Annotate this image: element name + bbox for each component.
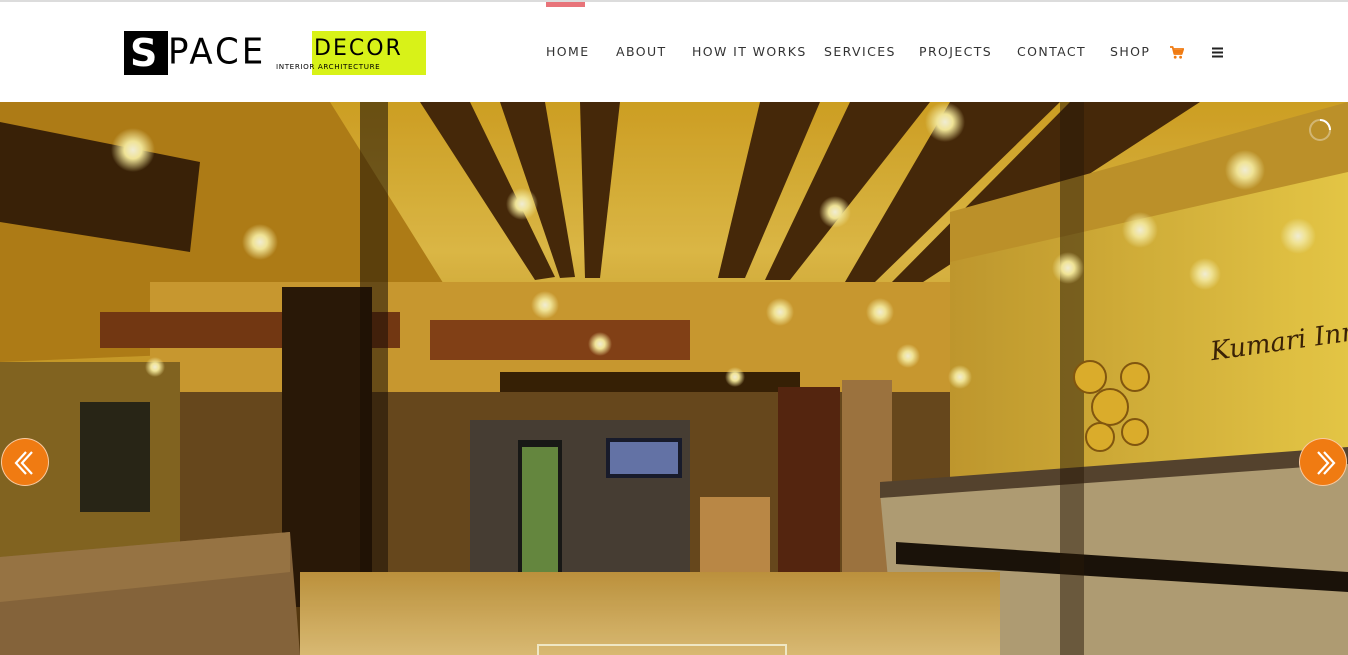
slider-next-button[interactable] xyxy=(1299,438,1347,486)
hero-cta-button[interactable] xyxy=(537,644,787,655)
site-header: S PACE DECOR INTERIOR ARCHITECTURE HOME … xyxy=(0,2,1348,102)
nav-item-shop[interactable]: SHOP xyxy=(1110,45,1150,59)
slider-prev-button[interactable] xyxy=(1,438,49,486)
nav-item-home[interactable]: HOME xyxy=(546,45,590,59)
main-nav: HOME ABOUT HOW IT WORKS SERVICES PROJECT… xyxy=(0,2,1348,102)
hamburger-menu-icon[interactable] xyxy=(1211,46,1224,59)
hero-slider: Kumari Inn xyxy=(0,102,1348,655)
nav-item-contact[interactable]: CONTACT xyxy=(1017,45,1086,59)
nav-item-how-it-works[interactable]: HOW IT WORKS xyxy=(692,45,807,59)
loading-spinner-icon xyxy=(1308,118,1332,142)
hero-slide-image xyxy=(0,102,1348,655)
active-nav-indicator xyxy=(546,2,585,7)
nav-item-services[interactable]: SERVICES xyxy=(824,45,896,59)
shopping-cart-icon[interactable] xyxy=(1170,46,1185,59)
nav-item-about[interactable]: ABOUT xyxy=(616,45,667,59)
nav-item-projects[interactable]: PROJECTS xyxy=(919,45,992,59)
